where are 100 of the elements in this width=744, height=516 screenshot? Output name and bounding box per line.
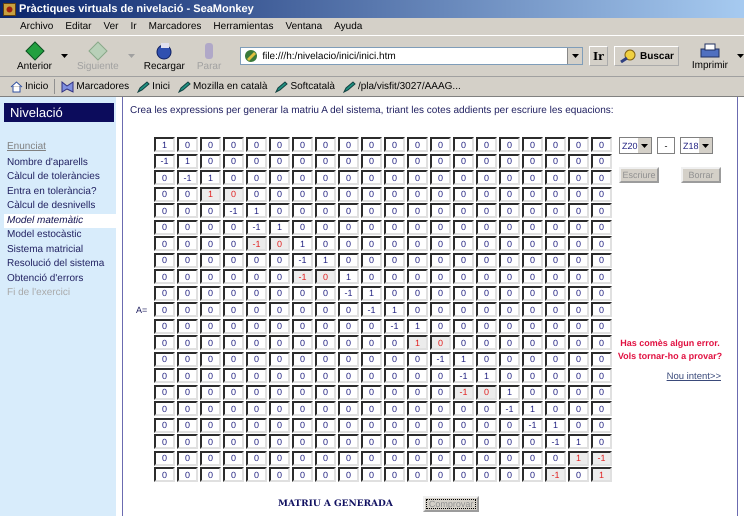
- matrix-cell[interactable]: 0: [246, 450, 267, 466]
- matrix-cell[interactable]: 0: [292, 137, 313, 152]
- matrix-cell[interactable]: 0: [568, 170, 589, 185]
- matrix-cell[interactable]: 0: [338, 450, 359, 466]
- matrix-cell[interactable]: 0: [269, 418, 290, 432]
- matrix-cell[interactable]: 0: [200, 137, 221, 152]
- matrix-cell[interactable]: 0: [568, 401, 589, 416]
- go-button[interactable]: Ir: [589, 46, 608, 66]
- matrix-cell[interactable]: 0: [476, 434, 497, 449]
- matrix-cell[interactable]: 0: [453, 186, 474, 202]
- matrix-cell[interactable]: 0: [338, 137, 359, 152]
- matrix-cell[interactable]: 0: [315, 368, 336, 383]
- matrix-cell[interactable]: 0: [453, 220, 474, 234]
- matrix-cell[interactable]: 0: [522, 154, 543, 168]
- matrix-cell[interactable]: 0: [430, 236, 451, 251]
- matrix-cell[interactable]: -1: [292, 252, 313, 268]
- matrix-cell[interactable]: 0: [361, 450, 382, 466]
- matrix-cell[interactable]: 0: [545, 401, 566, 416]
- matrix-cell[interactable]: 0: [407, 186, 428, 202]
- matrix-cell[interactable]: 0: [545, 186, 566, 202]
- matrix-cell[interactable]: 1: [453, 352, 474, 366]
- matrix-cell[interactable]: 0: [315, 450, 336, 466]
- matrix-cell[interactable]: 0: [154, 384, 175, 400]
- matrix-cell[interactable]: -1: [384, 318, 405, 334]
- matrix-cell[interactable]: 0: [292, 302, 313, 317]
- matrix-cell[interactable]: -1: [499, 401, 520, 416]
- matrix-cell[interactable]: 0: [453, 450, 474, 466]
- matrix-cell[interactable]: -1: [361, 302, 382, 317]
- matrix-cell[interactable]: 0: [568, 418, 589, 432]
- matrix-cell[interactable]: 0: [453, 318, 474, 334]
- dropdown-arrow-icon[interactable]: [737, 54, 744, 58]
- matrix-cell[interactable]: 0: [545, 335, 566, 350]
- matrix-cell[interactable]: 0: [568, 302, 589, 317]
- matrix-cell[interactable]: 0: [545, 203, 566, 218]
- matrix-cell[interactable]: 1: [407, 318, 428, 334]
- matrix-cell[interactable]: -1: [522, 418, 543, 432]
- matrix-cell[interactable]: 0: [384, 220, 405, 234]
- matrix-cell[interactable]: 0: [177, 252, 198, 268]
- matrix-cell[interactable]: 0: [453, 137, 474, 152]
- matrix-cell[interactable]: 0: [568, 352, 589, 366]
- matrix-cell[interactable]: 0: [269, 302, 290, 317]
- matrix-cell[interactable]: 0: [522, 252, 543, 268]
- matrix-cell[interactable]: 0: [476, 302, 497, 317]
- matrix-cell[interactable]: 0: [315, 467, 336, 482]
- matrix-cell[interactable]: 0: [338, 467, 359, 482]
- matrix-cell[interactable]: 1: [177, 154, 198, 168]
- matrix-cell[interactable]: 0: [407, 252, 428, 268]
- matrix-cell[interactable]: 0: [223, 352, 244, 366]
- matrix-cell[interactable]: 0: [246, 186, 267, 202]
- matrix-cell[interactable]: 0: [568, 154, 589, 168]
- matrix-cell[interactable]: 0: [246, 137, 267, 152]
- matrix-cell[interactable]: 0: [223, 368, 244, 383]
- matrix-cell[interactable]: 0: [177, 434, 198, 449]
- matrix-cell[interactable]: 0: [453, 434, 474, 449]
- matrix-cell[interactable]: 0: [361, 236, 382, 251]
- matrix-cell[interactable]: 0: [292, 401, 313, 416]
- matrix-cell[interactable]: 0: [591, 352, 612, 366]
- matrix-cell[interactable]: 1: [499, 384, 520, 400]
- matrix-cell[interactable]: 0: [246, 467, 267, 482]
- matrix-cell[interactable]: 0: [384, 434, 405, 449]
- matrix-cell[interactable]: 0: [269, 203, 290, 218]
- matrix-cell[interactable]: 0: [407, 302, 428, 317]
- matrix-cell[interactable]: 0: [246, 286, 267, 300]
- matrix-cell[interactable]: 0: [476, 154, 497, 168]
- matrix-cell[interactable]: 0: [476, 335, 497, 350]
- matrix-cell[interactable]: 1: [545, 418, 566, 432]
- matrix-cell[interactable]: -1: [292, 269, 313, 284]
- matrix-cell[interactable]: 0: [269, 467, 290, 482]
- matrix-cell[interactable]: 0: [200, 450, 221, 466]
- matrix-cell[interactable]: 0: [476, 467, 497, 482]
- matrix-cell[interactable]: 0: [338, 236, 359, 251]
- matrix-cell[interactable]: 0: [545, 450, 566, 466]
- matrix-cell[interactable]: 0: [154, 401, 175, 416]
- matrix-cell[interactable]: 0: [361, 137, 382, 152]
- matrix-cell[interactable]: 0: [430, 318, 451, 334]
- matrix-cell[interactable]: 0: [361, 186, 382, 202]
- matrix-cell[interactable]: 0: [499, 434, 520, 449]
- matrix-cell[interactable]: 0: [269, 434, 290, 449]
- matrix-cell[interactable]: 0: [269, 318, 290, 334]
- sidebar-item[interactable]: Càlcul de toleràncies: [4, 170, 116, 184]
- matrix-cell[interactable]: 0: [223, 154, 244, 168]
- matrix-cell[interactable]: 0: [223, 302, 244, 317]
- matrix-cell[interactable]: 0: [154, 186, 175, 202]
- matrix-cell[interactable]: 0: [591, 318, 612, 334]
- matrix-cell[interactable]: 0: [499, 220, 520, 234]
- matrix-cell[interactable]: 0: [246, 401, 267, 416]
- matrix-cell[interactable]: 0: [407, 434, 428, 449]
- matrix-cell[interactable]: 0: [430, 154, 451, 168]
- matrix-cell[interactable]: 0: [407, 286, 428, 300]
- matrix-cell[interactable]: 0: [246, 318, 267, 334]
- matrix-cell[interactable]: 0: [154, 286, 175, 300]
- matrix-cell[interactable]: 0: [361, 434, 382, 449]
- matrix-cell[interactable]: 1: [154, 137, 175, 152]
- matrix-cell[interactable]: 0: [200, 335, 221, 350]
- matrix-cell[interactable]: 0: [200, 269, 221, 284]
- matrix-cell[interactable]: 0: [246, 434, 267, 449]
- matrix-cell[interactable]: 0: [384, 450, 405, 466]
- matrix-cell[interactable]: 0: [430, 434, 451, 449]
- matrix-cell[interactable]: 0: [384, 352, 405, 366]
- matrix-cell[interactable]: 0: [407, 401, 428, 416]
